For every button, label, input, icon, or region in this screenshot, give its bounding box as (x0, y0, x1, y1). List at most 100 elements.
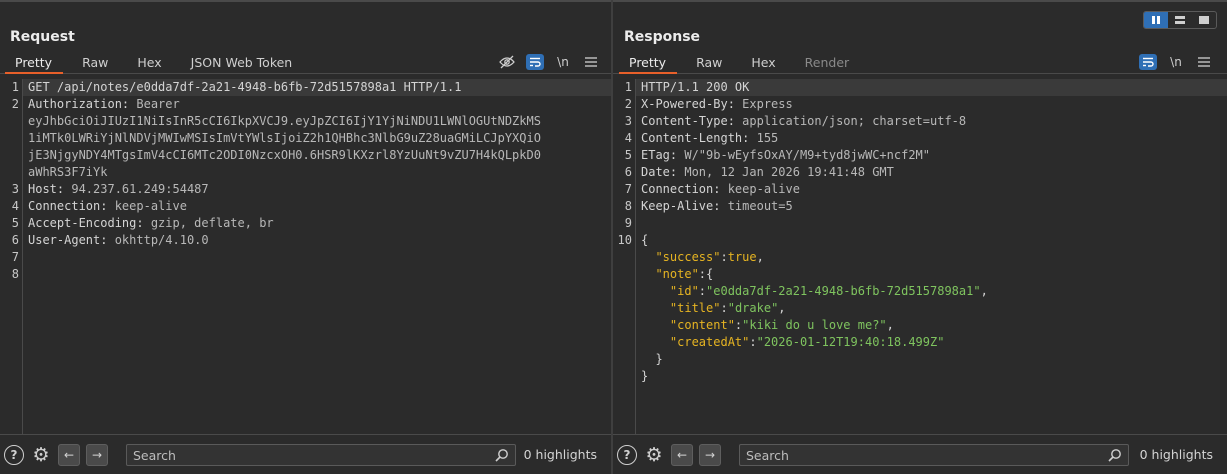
code-line[interactable]: 6 Date: Mon, 12 Jan 2026 19:41:48 GMT (613, 164, 1227, 181)
word-wrap-icon[interactable] (1139, 54, 1157, 70)
code-line[interactable]: 4 Connection: keep-alive (0, 198, 611, 215)
code-line[interactable]: jE3NjgyNDY4MTgsImV4cCI6MTc2ODI0NzcxOH0.6… (0, 147, 611, 164)
response-title: Response (624, 29, 701, 45)
line-number: 7 (11, 250, 19, 264)
request-editor[interactable]: 1 GET /api/notes/e0dda7df-2a21-4948-b6fb-… (0, 79, 611, 434)
layout-single-icon[interactable] (1192, 12, 1216, 28)
code-line[interactable]: } (613, 351, 1227, 368)
code-token: "title" (641, 301, 721, 315)
code-token: "2026-01-12T19:40:18.499Z" (756, 335, 945, 349)
code-line[interactable]: 8 Keep-Alive: timeout=5 (613, 198, 1227, 215)
code-line[interactable]: "content":"kiki do u love me?", (613, 317, 1227, 334)
request-search-input[interactable] (127, 445, 515, 465)
gear-icon[interactable]: ⚙ (643, 444, 665, 466)
code-line[interactable]: 1iMTk0LWRiYjNlNDVjMWIwMSIsImVtYWlsIjoiZ2… (0, 130, 611, 147)
code-text: X-Powered-By: Express (636, 96, 1227, 113)
layout-rows-icon[interactable] (1168, 12, 1192, 28)
previous-arrow-icon[interactable]: ← (58, 443, 80, 466)
line-number: 4 (624, 131, 632, 145)
previous-arrow-icon[interactable]: ← (671, 443, 693, 466)
line-number (613, 300, 636, 317)
newline-toggle-icon[interactable]: \n (1167, 54, 1185, 70)
code-line[interactable]: "id":"e0dda7df-2a21-4948-b6fb-72d5157898… (613, 283, 1227, 300)
code-line[interactable]: 1 GET /api/notes/e0dda7df-2a21-4948-b6fb-… (0, 79, 611, 96)
code-token: Keep-Alive: (641, 199, 728, 213)
tab-request-jwt[interactable]: JSON Web Token (191, 55, 293, 73)
code-line[interactable]: } (613, 368, 1227, 385)
response-search-input[interactable] (740, 445, 1128, 465)
code-line[interactable]: 9 (613, 215, 1227, 232)
code-text: Authorization: Bearer (23, 96, 611, 113)
code-line[interactable]: "success":true, (613, 249, 1227, 266)
code-line[interactable]: "note":{ (613, 266, 1227, 283)
code-line[interactable]: 3 Host: 94.237.61.249:54487 (0, 181, 611, 198)
tab-response-pretty[interactable]: Pretty (618, 55, 678, 74)
next-arrow-icon[interactable]: → (699, 443, 721, 466)
tab-response-raw[interactable]: Raw (696, 55, 722, 73)
code-line[interactable]: 8 (0, 266, 611, 283)
word-wrap-icon[interactable] (526, 54, 544, 70)
code-line[interactable]: 10 { (613, 232, 1227, 249)
response-editor[interactable]: 1 HTTP/1.1 200 OK 2 X-Powered-By: Express 3 C… (613, 79, 1227, 434)
line-number: 2 (11, 97, 19, 111)
code-token: Content-Length: (641, 131, 757, 145)
response-tab-tools: \n (1129, 54, 1213, 70)
code-line[interactable]: aWhRS3F7iYk (0, 164, 611, 181)
code-token: "e0dda7df-2a21-4948-b6fb-72d5157898a1" (706, 284, 981, 298)
code-line[interactable]: 3 Content-Type: application/json; charset… (613, 113, 1227, 130)
line-number: 5 (11, 216, 19, 230)
tab-response-hex[interactable]: Hex (751, 55, 775, 73)
code-token: X-Powered-By: (641, 97, 743, 111)
menu-icon[interactable] (582, 54, 600, 70)
code-line[interactable]: 2 X-Powered-By: Express (613, 96, 1227, 113)
code-text: } (636, 368, 1227, 385)
hide-eye-icon[interactable] (498, 54, 516, 70)
tab-response-render[interactable]: Render (805, 55, 850, 73)
code-token: "success" (641, 250, 721, 264)
tab-request-raw[interactable]: Raw (82, 55, 108, 73)
line-number (613, 283, 636, 300)
code-text: "success":true, (636, 249, 1227, 266)
code-text: eyJhbGciOiJIUzI1NiIsInR5cCI6IkpXVCJ9.eyJ… (23, 113, 611, 130)
code-text: { (636, 232, 1227, 249)
help-icon[interactable]: ? (4, 444, 24, 465)
tab-request-hex[interactable]: Hex (137, 55, 161, 73)
line-number (613, 334, 636, 351)
code-line[interactable]: 6 User-Agent: okhttp/4.10.0 (0, 232, 611, 249)
code-line[interactable]: 1 HTTP/1.1 200 OK (613, 79, 1227, 96)
code-line[interactable]: 7 Connection: keep-alive (613, 181, 1227, 198)
layout-columns-icon[interactable] (1144, 12, 1168, 28)
code-line[interactable]: eyJhbGciOiJIUzI1NiIsInR5cCI6IkpXVCJ9.eyJ… (0, 113, 611, 130)
code-token: HTTP/1.1 200 OK (641, 80, 750, 94)
code-line[interactable]: 7 (0, 249, 611, 266)
line-number (0, 147, 23, 164)
code-token: Authorization: (28, 97, 137, 111)
search-icon[interactable] (1108, 448, 1122, 462)
line-number: 3 (624, 114, 632, 128)
code-token: Accept-Encoding: (28, 216, 151, 230)
code-line[interactable]: 4 Content-Length: 155 (613, 130, 1227, 147)
help-icon[interactable]: ? (617, 444, 637, 465)
menu-icon[interactable] (1195, 54, 1213, 70)
request-bottom-bar: ? ⚙ ← → 0 highlights (0, 434, 611, 474)
code-line[interactable]: 2 Authorization: Bearer (0, 96, 611, 113)
next-arrow-icon[interactable]: → (86, 443, 108, 466)
layout-switch (1143, 11, 1217, 29)
search-icon[interactable] (495, 448, 509, 462)
code-line[interactable]: "createdAt":"2026-01-12T19:40:18.499Z" (613, 334, 1227, 351)
gear-icon[interactable]: ⚙ (30, 444, 52, 466)
request-pane: Request Pretty Raw Hex JSON Web Token \n… (0, 0, 611, 474)
line-number (613, 351, 636, 368)
line-number: 10 (617, 233, 632, 247)
code-token: Date: (641, 165, 685, 179)
response-search-box (739, 443, 1129, 466)
code-token: , (756, 250, 764, 264)
code-line[interactable]: 5 ETag: W/"9b-wEyfsOxAY/M9+tyd8jwWC+ncf2M… (613, 147, 1227, 164)
tab-request-pretty[interactable]: Pretty (4, 55, 64, 74)
code-line[interactable]: 5 Accept-Encoding: gzip, deflate, br (0, 215, 611, 232)
code-token: ETag: (641, 148, 685, 162)
newline-toggle-icon[interactable]: \n (554, 54, 572, 70)
code-line[interactable]: "title":"drake", (613, 300, 1227, 317)
